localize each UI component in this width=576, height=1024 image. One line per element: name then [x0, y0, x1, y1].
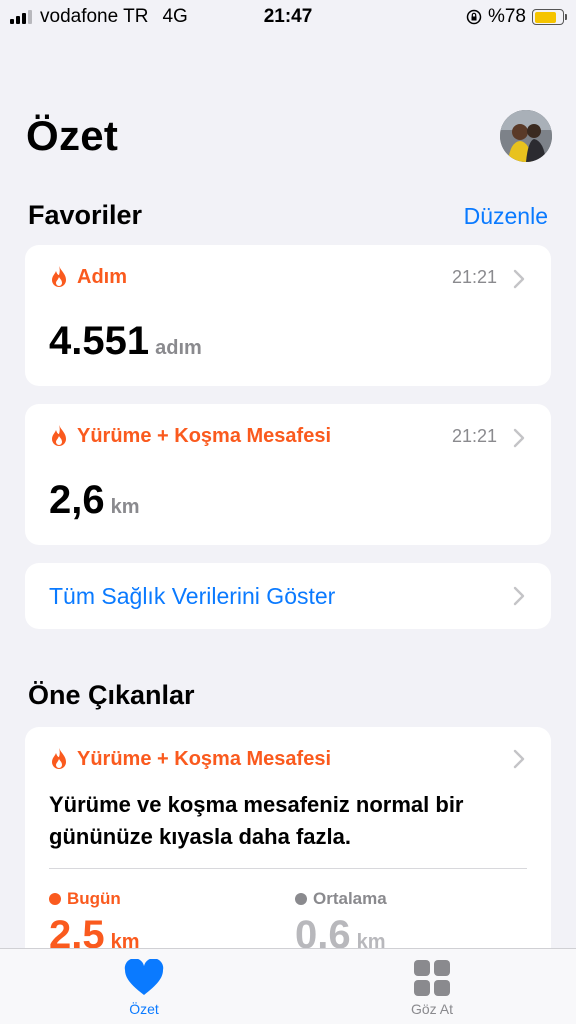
- chevron-right-icon: [513, 586, 525, 606]
- favorite-card-steps[interactable]: Adım 21:21 4.551 adım: [25, 245, 551, 386]
- chevron-right-icon: [513, 749, 525, 769]
- card-header: Yürüme + Koşma Mesafesi: [49, 747, 331, 771]
- tab-label: Göz At: [410, 1001, 454, 1017]
- status-right: %78: [466, 6, 567, 28]
- highlights-title: Öne Çıkanlar: [28, 680, 195, 710]
- card-time: 21:21: [451, 426, 497, 446]
- favorites-title: Favoriler: [28, 200, 143, 230]
- value-number: 2,6: [49, 478, 105, 522]
- chevron-right-icon: [513, 428, 525, 448]
- show-all-health-data-button[interactable]: Tüm Sağlık Verilerini Göster: [25, 563, 551, 629]
- value-number: 4.551: [49, 319, 150, 363]
- card-label: Yürüme + Koşma Mesafesi: [77, 747, 331, 770]
- profile-photo-icon: [500, 110, 552, 162]
- avatar[interactable]: [500, 110, 552, 162]
- show-all-label: Tüm Sağlık Verilerini Göster: [49, 583, 336, 609]
- tab-browse[interactable]: Göz At: [372, 959, 492, 1017]
- tab-summary[interactable]: Özet: [84, 959, 204, 1017]
- value-unit: km: [110, 496, 140, 518]
- flame-icon: [52, 748, 66, 769]
- battery-percent: %78: [487, 6, 526, 27]
- average-legend: Ortalama: [295, 889, 387, 909]
- page-title: Özet: [26, 112, 119, 159]
- average-dot: [295, 893, 307, 905]
- tab-label: Özet: [129, 1001, 159, 1017]
- card-header: Yürüme + Koşma Mesafesi: [49, 424, 331, 448]
- divider: [49, 868, 527, 869]
- heart-icon: [124, 959, 164, 995]
- card-value: 2,6 km: [49, 478, 140, 523]
- flame-icon: [52, 425, 66, 446]
- value-unit: adım: [155, 337, 202, 359]
- average-label: Ortalama: [313, 889, 387, 908]
- card-value: 4.551 adım: [49, 319, 202, 364]
- card-header: Adım: [49, 265, 127, 289]
- today-dot: [49, 893, 61, 905]
- favorite-card-distance[interactable]: Yürüme + Koşma Mesafesi 21:21 2,6 km: [25, 404, 551, 545]
- status-bar: vodafone TR 4G 21:47 %78: [0, 0, 576, 34]
- rotation-lock-icon: [466, 9, 482, 25]
- card-time: 21:21: [451, 267, 497, 287]
- card-label: Adım: [77, 265, 127, 288]
- today-legend: Bugün: [49, 889, 121, 909]
- tab-bar: Özet Göz At: [0, 948, 576, 1024]
- chevron-right-icon: [513, 269, 525, 289]
- edit-button[interactable]: Düzenle: [464, 203, 548, 230]
- card-label: Yürüme + Koşma Mesafesi: [77, 424, 331, 447]
- today-label: Bugün: [67, 889, 121, 908]
- highlight-description: Yürüme ve koşma mesafeniz normal bir gün…: [49, 792, 464, 849]
- flame-icon: [52, 266, 66, 287]
- battery-icon: [532, 9, 567, 25]
- grid-icon: [414, 960, 450, 996]
